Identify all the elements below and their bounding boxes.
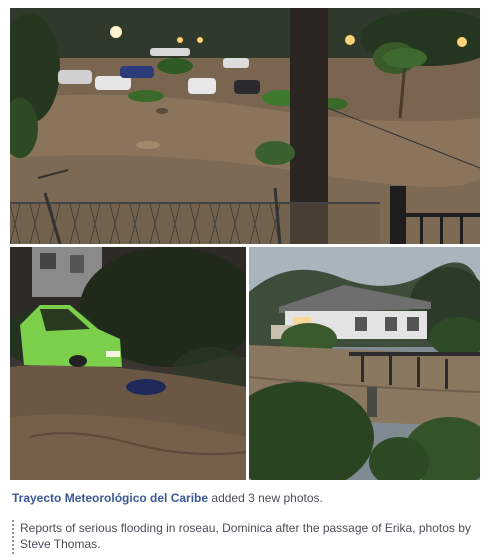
- photo-flooded-street[interactable]: [10, 8, 480, 244]
- photo-flooded-car[interactable]: [10, 247, 246, 480]
- quote-divider: [12, 520, 14, 554]
- post-description: Reports of serious flooding in roseau, D…: [20, 521, 471, 551]
- flooded-street-image: [10, 8, 480, 244]
- facebook-post: Trayecto Meteorológico del Caribe added …: [0, 0, 491, 557]
- flooded-house-image: [249, 247, 480, 480]
- photo-flooded-house[interactable]: [249, 247, 480, 480]
- author-link[interactable]: Trayecto Meteorológico del Caribe: [12, 491, 208, 505]
- post-caption: Trayecto Meteorológico del Caribe added …: [12, 491, 482, 505]
- post-action-text: added 3 new photos.: [211, 491, 323, 505]
- flooded-car-image: [10, 247, 246, 480]
